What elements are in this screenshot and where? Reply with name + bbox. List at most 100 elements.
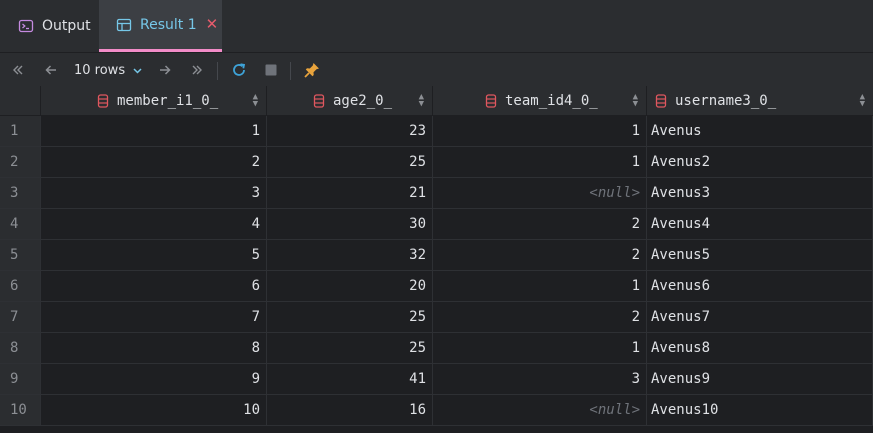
cell-member-i1-0[interactable]: 4 xyxy=(41,209,267,239)
cell-team-id4-0[interactable]: <null> xyxy=(433,178,647,208)
cell-username3-0[interactable]: Avenus xyxy=(647,116,873,146)
terminal-icon xyxy=(18,18,34,34)
table-row[interactable]: 7 7 25 2 Avenus7 xyxy=(0,302,873,333)
cell-member-i1-0[interactable]: 2 xyxy=(41,147,267,177)
row-number: 4 xyxy=(0,209,41,239)
cell-member-i1-0[interactable]: 3 xyxy=(41,178,267,208)
row-number: 2 xyxy=(0,147,41,177)
grid-header: member_i1_0_ ▲ ▼ age2_0_ ▲ ▼ team_id4_0_ ▲… xyxy=(0,86,873,116)
cell-member-i1-0[interactable]: 1 xyxy=(41,116,267,146)
cell-username3-0[interactable]: Avenus6 xyxy=(647,271,873,301)
column-header-age2-0[interactable]: age2_0_ ▲ ▼ xyxy=(267,86,433,115)
table-row[interactable]: 6 6 20 1 Avenus6 xyxy=(0,271,873,302)
cell-team-id4-0[interactable]: 3 xyxy=(433,364,647,394)
table-row[interactable]: 1 1 23 1 Avenus xyxy=(0,116,873,147)
row-number: 5 xyxy=(0,240,41,270)
results-toolbar: 10 rows xyxy=(0,53,873,87)
row-number: 6 xyxy=(0,271,41,301)
tab-output-label: Output xyxy=(42,18,91,34)
tab-result-1[interactable]: Result 1 ✕ xyxy=(99,0,222,52)
cell-age2-0[interactable]: 30 xyxy=(267,209,433,239)
cell-team-id4-0[interactable]: 2 xyxy=(433,240,647,270)
cell-age2-0[interactable]: 21 xyxy=(267,178,433,208)
rows-count-dropdown[interactable]: 10 rows xyxy=(74,53,146,87)
table-row[interactable]: 2 2 25 1 Avenus2 xyxy=(0,147,873,178)
cell-username3-0[interactable]: Avenus2 xyxy=(647,147,873,177)
close-icon[interactable]: ✕ xyxy=(206,17,219,32)
pin-icon[interactable] xyxy=(301,53,323,87)
sort-icon[interactable]: ▲ ▼ xyxy=(419,93,424,109)
sort-icon[interactable]: ▲ ▼ xyxy=(633,93,638,109)
column-header-label: member_i1_0_ xyxy=(117,92,219,109)
sort-icon[interactable]: ▲ ▼ xyxy=(860,93,865,109)
row-number: 8 xyxy=(0,333,41,363)
cell-age2-0[interactable]: 25 xyxy=(267,333,433,363)
cell-member-i1-0[interactable]: 10 xyxy=(41,395,267,425)
cell-member-i1-0[interactable]: 8 xyxy=(41,333,267,363)
result-grid: member_i1_0_ ▲ ▼ age2_0_ ▲ ▼ team_id4_0_ ▲… xyxy=(0,86,873,433)
cell-member-i1-0[interactable]: 7 xyxy=(41,302,267,332)
column-header-label: username3_0_ xyxy=(675,92,777,109)
column-header-member-i1-0[interactable]: member_i1_0_ ▲ ▼ xyxy=(41,86,267,115)
table-row[interactable]: 8 8 25 1 Avenus8 xyxy=(0,333,873,364)
row-number: 10 xyxy=(0,395,41,425)
toolbar-divider xyxy=(217,62,218,80)
cell-age2-0[interactable]: 16 xyxy=(267,395,433,425)
previous-page-icon[interactable] xyxy=(41,53,61,87)
cell-member-i1-0[interactable]: 6 xyxy=(41,271,267,301)
row-number: 7 xyxy=(0,302,41,332)
row-number-header xyxy=(0,86,41,115)
cell-age2-0[interactable]: 20 xyxy=(267,271,433,301)
table-row[interactable]: 3 3 21 <null> Avenus3 xyxy=(0,178,873,209)
row-number: 3 xyxy=(0,178,41,208)
refresh-icon[interactable] xyxy=(228,53,250,87)
cell-username3-0[interactable]: Avenus4 xyxy=(647,209,873,239)
cell-team-id4-0[interactable]: 2 xyxy=(433,302,647,332)
cell-member-i1-0[interactable]: 9 xyxy=(41,364,267,394)
column-icon xyxy=(485,93,497,108)
cell-age2-0[interactable]: 25 xyxy=(267,302,433,332)
table-row[interactable]: 4 4 30 2 Avenus4 xyxy=(0,209,873,240)
column-icon xyxy=(97,93,109,108)
cell-member-i1-0[interactable]: 5 xyxy=(41,240,267,270)
toolbar-divider xyxy=(290,62,291,80)
column-icon xyxy=(655,93,667,108)
cell-username3-0[interactable]: Avenus7 xyxy=(647,302,873,332)
cell-age2-0[interactable]: 41 xyxy=(267,364,433,394)
first-page-icon[interactable] xyxy=(8,53,28,87)
sort-icon[interactable]: ▲ ▼ xyxy=(253,93,258,109)
rows-count-label: 10 rows xyxy=(74,62,126,78)
chevron-down-icon xyxy=(132,65,143,76)
last-page-icon[interactable] xyxy=(187,53,207,87)
cell-team-id4-0[interactable]: 1 xyxy=(433,116,647,146)
cell-team-id4-0[interactable]: 1 xyxy=(433,147,647,177)
cell-username3-0[interactable]: Avenus9 xyxy=(647,364,873,394)
table-row[interactable]: 5 5 32 2 Avenus5 xyxy=(0,240,873,271)
column-header-label: team_id4_0_ xyxy=(505,92,598,109)
cell-age2-0[interactable]: 32 xyxy=(267,240,433,270)
next-page-icon[interactable] xyxy=(155,53,175,87)
table-icon xyxy=(116,17,132,33)
cell-team-id4-0[interactable]: 1 xyxy=(433,271,647,301)
stop-icon[interactable] xyxy=(261,53,281,87)
results-tab-bar: Output Result 1 ✕ xyxy=(0,0,873,53)
row-number: 1 xyxy=(0,116,41,146)
cell-team-id4-0[interactable]: 1 xyxy=(433,333,647,363)
cell-age2-0[interactable]: 25 xyxy=(267,147,433,177)
tab-output[interactable]: Output xyxy=(18,0,91,52)
cell-username3-0[interactable]: Avenus5 xyxy=(647,240,873,270)
cell-username3-0[interactable]: Avenus3 xyxy=(647,178,873,208)
column-icon xyxy=(313,93,325,108)
cell-username3-0[interactable]: Avenus8 xyxy=(647,333,873,363)
row-number: 9 xyxy=(0,364,41,394)
column-header-username3-0[interactable]: username3_0_ ▲ ▼ xyxy=(647,86,873,115)
cell-team-id4-0[interactable]: <null> xyxy=(433,395,647,425)
column-header-label: age2_0_ xyxy=(333,92,393,109)
cell-age2-0[interactable]: 23 xyxy=(267,116,433,146)
table-row[interactable]: 10 10 16 <null> Avenus10 xyxy=(0,395,873,426)
column-header-team-id4-0[interactable]: team_id4_0_ ▲ ▼ xyxy=(433,86,647,115)
table-row[interactable]: 9 9 41 3 Avenus9 xyxy=(0,364,873,395)
cell-team-id4-0[interactable]: 2 xyxy=(433,209,647,239)
tab-result-1-label: Result 1 xyxy=(140,16,197,33)
cell-username3-0[interactable]: Avenus10 xyxy=(647,395,873,425)
